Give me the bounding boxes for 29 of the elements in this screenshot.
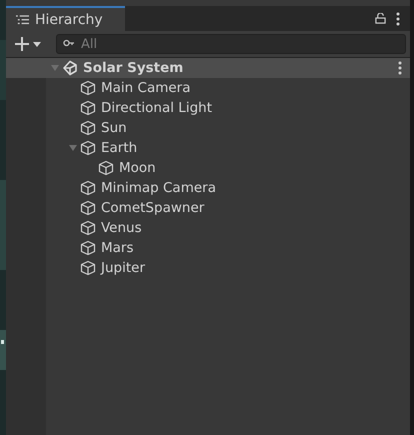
- object-name[interactable]: Jupiter: [101, 260, 146, 276]
- object-name[interactable]: Venus: [101, 220, 142, 236]
- object-name[interactable]: Moon: [119, 160, 156, 176]
- cube-icon: [80, 200, 96, 216]
- object-name[interactable]: CometSpawner: [101, 200, 204, 216]
- cube-icon: [80, 100, 96, 116]
- object-name[interactable]: Minimap Camera: [101, 180, 216, 196]
- cube-icon: [80, 240, 96, 256]
- more-options-icon[interactable]: [396, 12, 400, 26]
- unity-logo-icon: [62, 60, 78, 76]
- object-name[interactable]: Earth: [101, 140, 138, 156]
- search-field[interactable]: All: [56, 34, 406, 54]
- cube-icon: [80, 180, 96, 196]
- cube-icon: [80, 120, 96, 136]
- hierarchy-tab[interactable]: Hierarchy: [6, 6, 125, 31]
- add-dropdown-button[interactable]: [14, 36, 42, 52]
- object-name[interactable]: Main Camera: [101, 80, 190, 96]
- object-name[interactable]: Mars: [101, 240, 134, 256]
- cube-icon: [98, 160, 114, 176]
- search-icon: [63, 39, 75, 49]
- more-options-icon[interactable]: [398, 61, 402, 75]
- list-icon: [16, 14, 29, 24]
- cube-icon: [80, 140, 96, 156]
- object-name[interactable]: Sun: [101, 120, 127, 136]
- cube-icon: [80, 260, 96, 276]
- lock-icon[interactable]: [375, 13, 386, 24]
- cube-icon: [80, 220, 96, 236]
- cube-icon: [80, 80, 96, 96]
- object-name[interactable]: Directional Light: [101, 100, 212, 116]
